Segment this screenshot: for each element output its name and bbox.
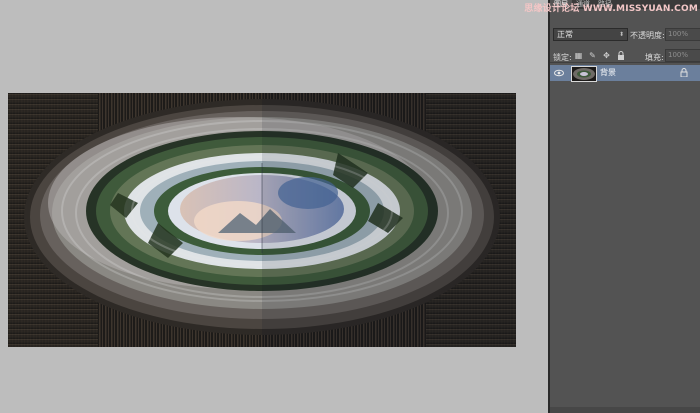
chevron-updown-icon: ⬍ — [618, 31, 624, 38]
lock-position-icon[interactable]: ✥ — [602, 51, 611, 60]
document-image[interactable] — [8, 93, 516, 347]
panel-footer — [550, 407, 700, 413]
separator — [550, 62, 700, 63]
lock-image-pixels-icon[interactable]: ✎ — [588, 51, 597, 60]
lock-icon — [680, 68, 688, 78]
twirled-landscape-image — [8, 93, 516, 347]
blend-mode-value: 正常 — [557, 30, 573, 39]
lock-transparent-pixels-icon[interactable]: ▦ — [574, 51, 583, 60]
lock-all-icon[interactable] — [616, 51, 625, 60]
layer-name[interactable]: 背景 — [600, 67, 616, 78]
canvas-area[interactable] — [0, 0, 548, 413]
fill-input[interactable]: 100% — [665, 49, 700, 62]
opacity-input[interactable]: 100% — [665, 28, 700, 41]
blend-mode-select[interactable]: 正常 ⬍ — [553, 28, 628, 41]
watermark-text: 思缘设计论坛 WWW.MISSYUAN.COM — [524, 4, 698, 14]
opacity-label: 不透明度: — [630, 31, 665, 40]
eye-icon[interactable] — [554, 68, 564, 78]
layer-thumbnail[interactable] — [571, 66, 597, 82]
layer-row-background[interactable]: 背景 — [550, 65, 700, 82]
layers-panel: 图层 通道 路径 思缘设计论坛 WWW.MISSYUAN.COM 正常 ⬍ 不透… — [524, 0, 700, 413]
